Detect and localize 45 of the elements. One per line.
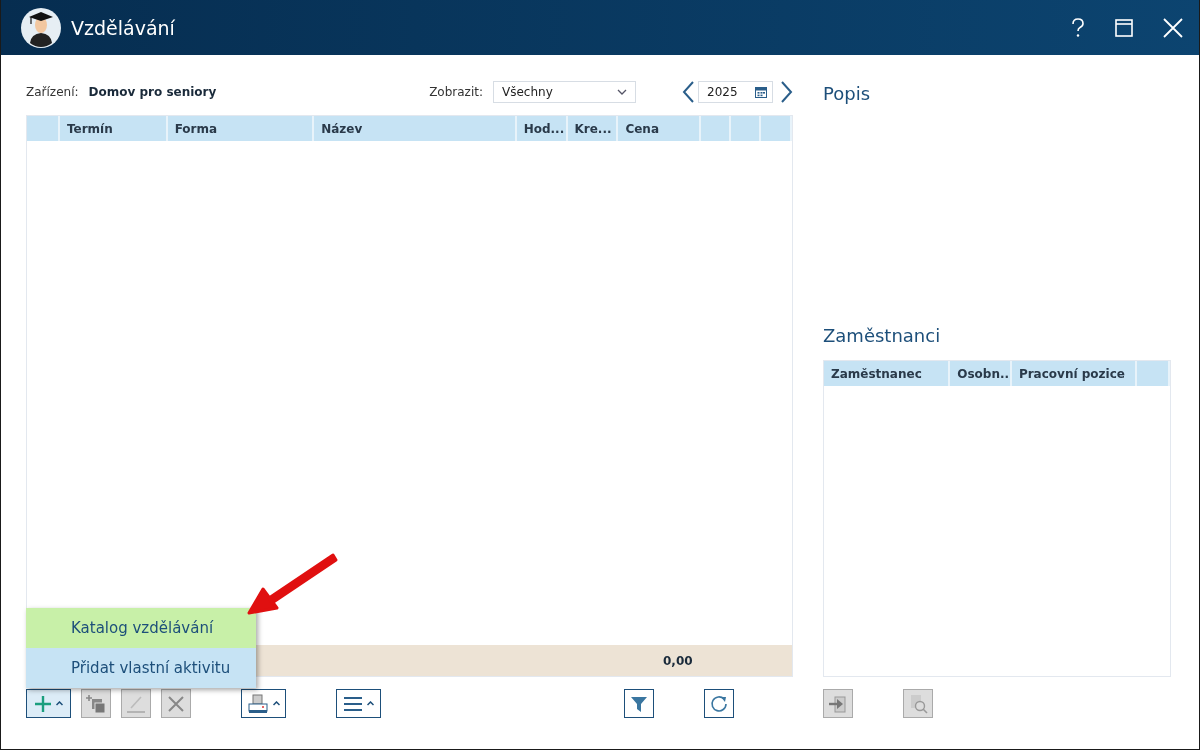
show-dropdown[interactable]: Všechny — [493, 81, 636, 103]
facility-name: Domov pro seniory — [88, 85, 217, 99]
arrow-into-clipboard-icon — [828, 693, 848, 714]
maximize-icon[interactable] — [1115, 18, 1133, 37]
total-price: 0,00 — [663, 653, 693, 668]
column-header[interactable]: Forma — [167, 116, 315, 141]
column-header[interactable]: Hod... — [516, 116, 568, 141]
facility-label: Zařízení: — [26, 85, 79, 99]
menu-item[interactable]: Přidat vlastní aktivitu — [26, 648, 256, 688]
employees-heading: Zaměstnanci — [823, 325, 942, 348]
menu-item[interactable]: Katalog vzdělávání — [26, 608, 256, 648]
document-search-icon — [908, 693, 928, 714]
description-heading: Popis — [823, 83, 871, 104]
column-header[interactable]: Zaměstnanec — [824, 361, 951, 386]
show-label: Zobrazit: — [429, 85, 483, 99]
printer-icon — [247, 693, 268, 714]
close-icon — [168, 695, 184, 712]
year-field[interactable]: 2025 — [698, 81, 773, 103]
refresh-button[interactable] — [704, 689, 734, 718]
calendar-icon[interactable] — [755, 86, 767, 98]
caret-icon — [55, 701, 63, 706]
column-header[interactable]: Název — [314, 116, 517, 141]
next-icon[interactable] — [781, 81, 793, 103]
refresh-icon — [710, 694, 728, 713]
menu-icon — [343, 696, 362, 711]
column-header[interactable]: Pracovní pozice — [1011, 361, 1138, 386]
copy-icon — [86, 693, 106, 714]
chevron-down-icon — [617, 89, 627, 95]
help-icon[interactable] — [1071, 17, 1085, 38]
print-button[interactable] — [241, 689, 286, 718]
avatar-icon — [21, 7, 61, 48]
caret-icon — [272, 701, 280, 706]
close-icon[interactable] — [1163, 17, 1183, 38]
column-header[interactable]: Osobn... — [950, 361, 1012, 386]
previous-icon[interactable] — [682, 81, 694, 103]
window-title: Vzdělávání — [71, 16, 175, 39]
plus-icon — [34, 695, 51, 712]
caret-icon — [366, 701, 374, 706]
filter-button[interactable] — [624, 689, 654, 718]
column-header[interactable]: Termín — [59, 116, 168, 141]
column-header[interactable]: Kre... — [567, 116, 619, 141]
filter-icon — [631, 695, 647, 712]
add-button[interactable] — [26, 689, 71, 718]
menu-button[interactable] — [336, 689, 381, 718]
column-header[interactable]: Cena — [618, 116, 702, 141]
